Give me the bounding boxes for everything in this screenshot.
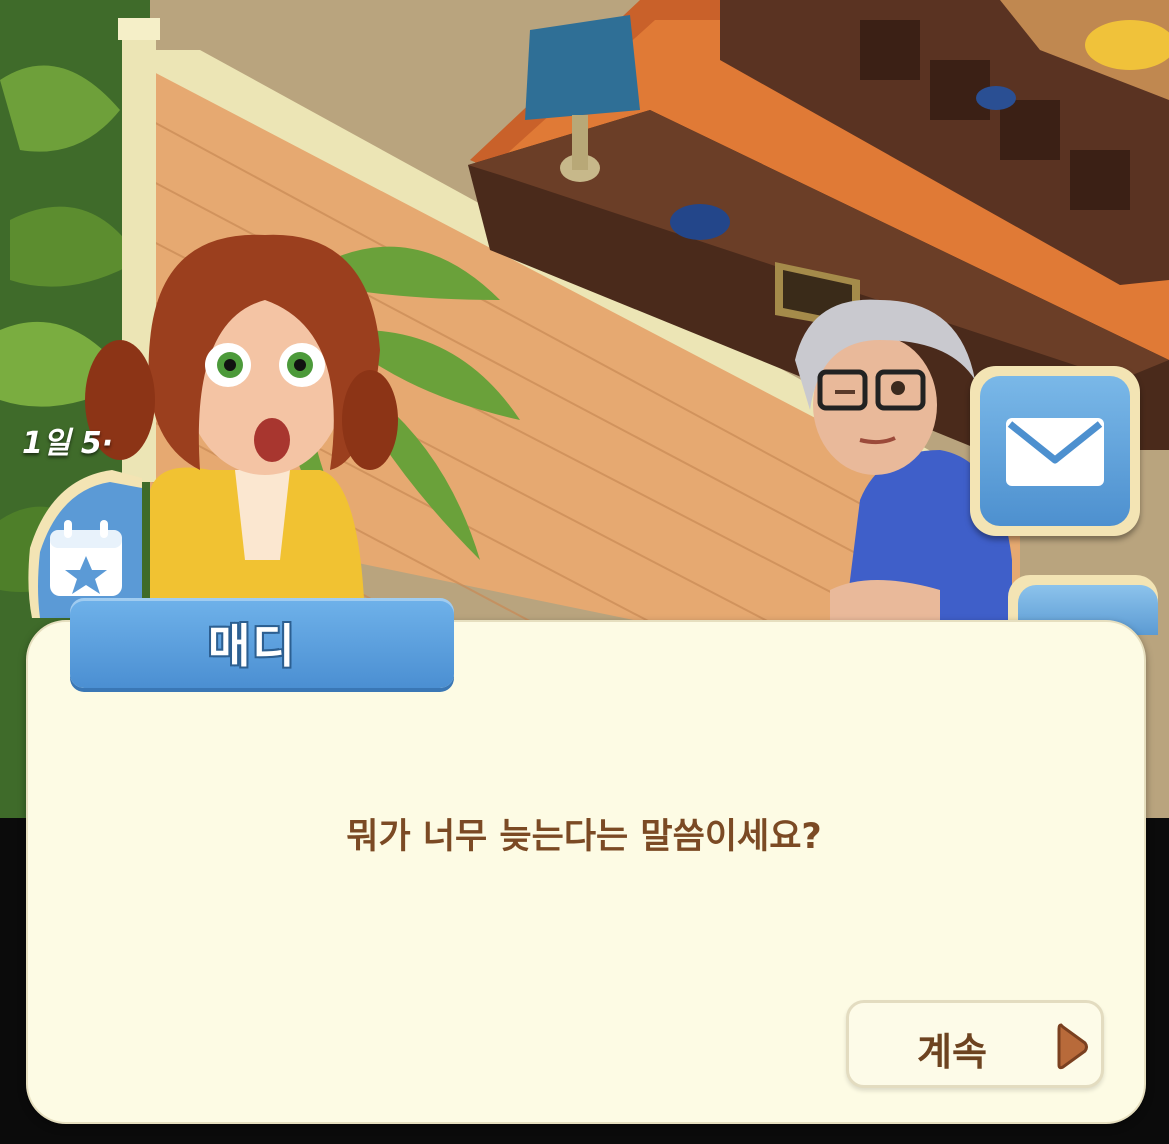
speaker-name: 매디 <box>208 619 297 673</box>
speaker-name-tag: 매디 <box>70 598 454 688</box>
dialog-text: 뭐가 너무 늦는다는 말씀이세요? <box>346 817 822 857</box>
envelope-icon <box>1006 418 1104 486</box>
calendar-button[interactable] <box>22 468 142 618</box>
play-arrow-icon <box>1057 1023 1088 1070</box>
date-label: 1일 5· <box>22 426 114 461</box>
mail-button[interactable] <box>970 366 1140 536</box>
continue-label: 계속 <box>917 1030 987 1074</box>
continue-button[interactable]: 계속 <box>846 1000 1104 1088</box>
calendar-star-icon <box>28 470 142 618</box>
